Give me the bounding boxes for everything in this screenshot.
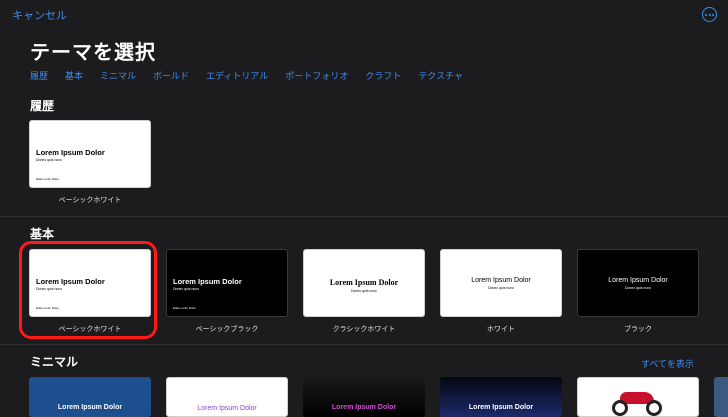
tab-bold[interactable]: ボールド	[153, 69, 189, 82]
thumbnail-subtitle: Donec quis nunc	[487, 286, 515, 290]
theme-label: ブラック	[624, 325, 652, 333]
thumbnail-title: Lorem Ipsum Dolor	[36, 148, 105, 157]
thumbnail-footer: Etiam enim Dolor	[173, 306, 197, 310]
tab-basic[interactable]: 基本	[65, 69, 83, 82]
thumbnail-title: Lorem Ipsum Dolor	[173, 277, 242, 286]
theme-thumbnail-white[interactable]: Lorem Ipsum Dolor Donec quis nunc	[440, 249, 562, 317]
thumbnail-title: Lorem Ipsum Dolor	[471, 277, 531, 284]
theme-thumbnail-minimal-5[interactable]	[577, 377, 699, 417]
theme-thumbnail-minimal-4[interactable]: Lorem Ipsum Dolor	[440, 377, 562, 417]
theme-thumbnail-classic-white[interactable]: Lorem Ipsum Dolor Donec quis nunc	[303, 249, 425, 317]
theme-label: ベーシックホワイト	[58, 196, 122, 204]
thumbnail-subtitle: Donec quis nunc	[36, 158, 63, 162]
theme-thumbnail-basic-black[interactable]: Lorem Ipsum Dolor Donec quis nunc Etiam …	[166, 249, 288, 317]
theme-thumbnail-black[interactable]: Lorem Ipsum Dolor Donec quis nunc	[577, 249, 699, 317]
page-title: テーマを選択	[30, 40, 156, 64]
cancel-button[interactable]: キャンセル	[12, 7, 67, 23]
motorcycle-image	[612, 386, 664, 416]
theme-thumbnail-minimal-1[interactable]: Lorem Ipsum Dolor	[29, 377, 151, 417]
theme-label: ベーシックブラック	[195, 325, 259, 333]
section-divider	[0, 216, 728, 217]
thumbnail-subtitle: Donec quis nunc	[350, 289, 378, 293]
section-heading-minimal: ミニマル	[30, 355, 79, 369]
tab-portfolio[interactable]: ポートフォリオ	[285, 69, 348, 82]
thumbnail-title: Lorem Ipsum Dolor	[197, 405, 257, 412]
thumbnail-subtitle: Donec quis nunc	[624, 286, 652, 290]
section-heading-recent: 履歴	[30, 99, 55, 113]
section-divider	[0, 344, 728, 345]
theme-label: ホワイト	[487, 325, 515, 333]
tab-minimal[interactable]: ミニマル	[100, 69, 136, 82]
tab-texture[interactable]: テクスチャ	[418, 69, 463, 82]
selection-highlight	[19, 241, 157, 339]
thumbnail-title: Lorem Ipsum Dolor	[329, 278, 399, 287]
see-all-link[interactable]: すべてを表示	[641, 357, 694, 370]
tab-recent[interactable]: 履歴	[30, 69, 48, 82]
tab-craft[interactable]: クラフト	[365, 69, 401, 82]
tab-editorial[interactable]: エディトリアル	[206, 69, 268, 82]
thumbnail-subtitle: Donec quis nunc	[173, 287, 200, 291]
thumbnail-footer: Etiam enim Dolor	[36, 177, 60, 181]
ellipsis-circle-icon[interactable]	[702, 7, 717, 22]
theme-thumbnail-recent-basic-white[interactable]: Lorem Ipsum Dolor Donec quis nunc Etiam …	[29, 120, 151, 188]
theme-thumbnail-minimal-2[interactable]: Lorem Ipsum Dolor	[166, 377, 288, 417]
theme-thumbnail-minimal-6[interactable]	[714, 377, 728, 417]
thumbnail-title: Lorem Ipsum Dolor	[608, 277, 668, 284]
section-heading-basic: 基本	[30, 227, 55, 241]
theme-label: クラシックホワイト	[332, 325, 396, 333]
category-tabs: 履歴 基本 ミニマル ボールド エディトリアル ポートフォリオ クラフト テクス…	[30, 69, 463, 82]
theme-thumbnail-minimal-3[interactable]: Lorem Ipsum Dolor	[303, 377, 425, 417]
